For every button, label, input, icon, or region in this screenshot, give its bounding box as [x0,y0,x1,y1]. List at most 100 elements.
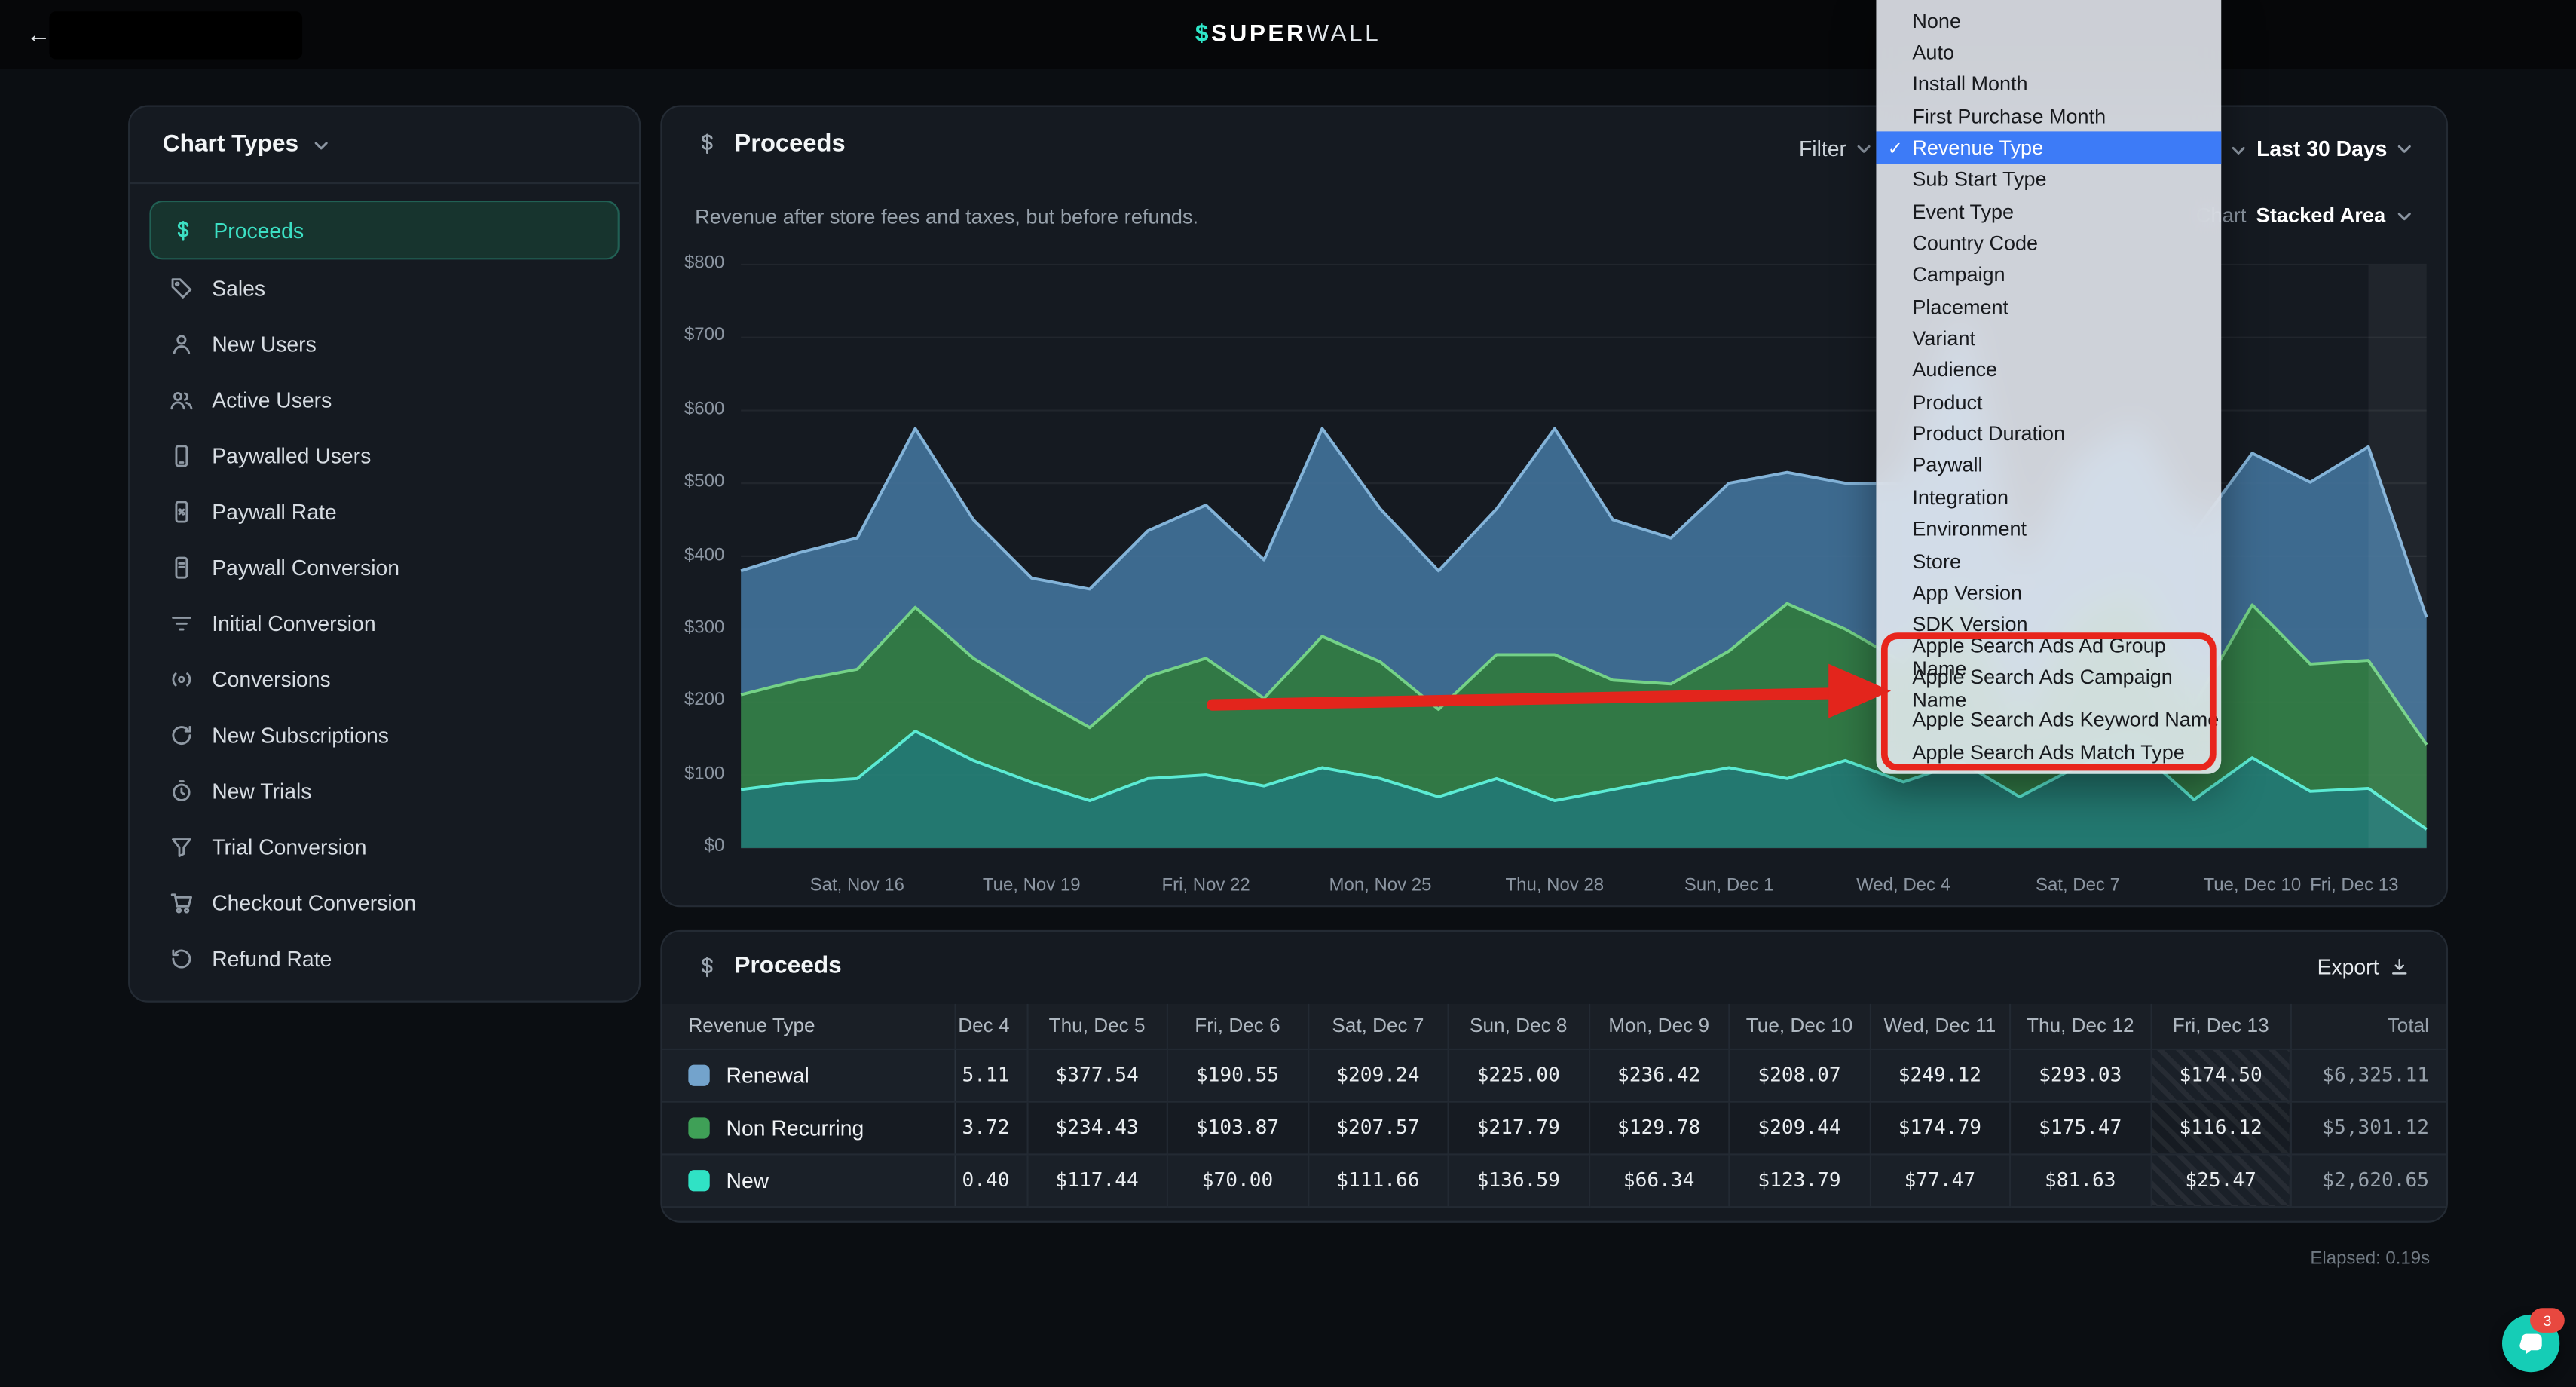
series-swatch [688,1064,709,1085]
sidebar-item-label: Refund Rate [212,946,332,971]
filter-button[interactable]: Filter [1789,135,1883,163]
groupby-option-apple-search-ads-campaign-name[interactable]: Apple Search Ads Campaign Name [1876,672,2221,704]
groupby-option-label: Placement [1912,295,2008,319]
groupby-option-audience[interactable]: Audience [1876,354,2221,386]
download-icon [2389,957,2410,978]
groupby-option-install-month[interactable]: Install Month [1876,69,2221,100]
sidebar-item-proceeds[interactable]: Proceeds [149,201,619,259]
groupby-option-auto[interactable]: Auto [1876,37,2221,69]
logo-dollar-icon: $ [1195,21,1211,47]
date-range-button[interactable]: Last 30 Days [2247,135,2423,163]
groupby-option-event-type[interactable]: Event Type [1876,196,2221,228]
sidebar-item-label: Active Users [212,387,332,412]
y-axis-tick-label: $600 [662,399,724,418]
dollar-icon [695,954,720,978]
row-label: New [662,1153,954,1206]
sidebar-item-active-users[interactable]: Active Users [149,372,619,427]
groupby-option-none[interactable]: None [1876,5,2221,37]
value-cell: $66.34 [1589,1153,1729,1206]
group-by-chevron-down-icon[interactable] [2229,141,2247,159]
sidebar-item-label: Trial Conversion [212,834,366,859]
elapsed-status: Elapsed: 0.19s [2310,1249,2430,1269]
value-cell: $81.63 [2010,1153,2150,1206]
value-cell: $217.79 [1449,1101,1589,1154]
sidebar-item-conversions[interactable]: Conversions [149,651,619,706]
groupby-option-label: Paywall [1912,455,1982,478]
check-icon: ✓ [1888,137,1903,158]
sidebar-item-paywalled-users[interactable]: Paywalled Users [149,427,619,483]
value-cell: 5.11 [955,1049,1027,1101]
groupby-option-product[interactable]: Product [1876,387,2221,418]
groupby-option-label: Product Duration [1912,423,2065,446]
sidebar-item-label: Paywall Conversion [212,555,399,580]
groupby-option-placement[interactable]: Placement [1876,291,2221,323]
groupby-option-apple-search-ads-match-type[interactable]: Apple Search Ads Match Type [1876,736,2221,767]
sidebar-item-label: Initial Conversion [212,611,375,635]
groupby-option-paywall[interactable]: Paywall [1876,450,2221,482]
groupby-option-first-purchase-month[interactable]: First Purchase Month [1876,100,2221,132]
x-axis-tick-label: Sun, Dec 1 [1637,876,1821,896]
group-by-dropdown-menu: NoneAutoInstall MonthFirst Purchase Mont… [1876,0,2221,774]
y-axis-tick-label: $100 [662,764,724,783]
sidebar-item-checkout-conversion[interactable]: Checkout Conversion [149,874,619,930]
groupby-option-revenue-type[interactable]: ✓Revenue Type [1876,132,2221,164]
chat-widget-button[interactable]: 3 [2502,1315,2559,1372]
dollar-icon [695,131,720,156]
sidebar-item-paywall-rate[interactable]: Paywall Rate [149,483,619,539]
value-cell: $249.12 [1870,1049,2010,1101]
groupby-option-environment[interactable]: Environment [1876,513,2221,545]
sidebar-item-label: Paywalled Users [212,442,371,467]
column-header: Total [2291,1004,2448,1049]
chart-subtitle: Revenue after store fees and taxes, but … [695,205,1198,228]
chart-panel-title-row: Proceeds [695,130,846,158]
sidebar-item-new-users[interactable]: New Users [149,316,619,372]
table-scroll-area[interactable]: Revenue TypeDec 4Thu, Dec 5Fri, Dec 6Sat… [662,1004,2448,1207]
column-header: Fri, Dec 6 [1167,1004,1308,1049]
groupby-option-sub-start-type[interactable]: Sub Start Type [1876,164,2221,195]
x-axis-tick-label: Sat, Dec 7 [1986,876,2170,896]
export-button[interactable]: Export [2307,953,2419,981]
chart-types-panel: Chart Types Proceeds Sales New Users Act… [128,106,641,1003]
export-label: Export [2317,955,2379,980]
groupby-option-campaign[interactable]: Campaign [1876,259,2221,291]
sidebar-item-new-trials[interactable]: New Trials [149,762,619,818]
sidebar-item-refund-rate[interactable]: Refund Rate [149,930,619,986]
chat-bubble-icon [2516,1328,2546,1358]
groupby-option-country-code[interactable]: Country Code [1876,228,2221,259]
groupby-option-label: Integration [1912,486,2008,510]
groupby-option-variant[interactable]: Variant [1876,323,2221,354]
sidebar-item-paywall-conversion[interactable]: Paywall Conversion [149,539,619,595]
chevron-down-icon [1855,139,1873,158]
groupby-option-app-version[interactable]: App Version [1876,577,2221,609]
sidebar-item-sales[interactable]: Sales [149,259,619,315]
column-header: Thu, Dec 5 [1026,1004,1167,1049]
cart-icon [170,889,194,914]
chart-types-header[interactable]: Chart Types [130,107,639,184]
total-cell: $5,301.12 [2291,1101,2448,1154]
groupby-option-integration[interactable]: Integration [1876,482,2221,513]
groupby-option-label: Sub Start Type [1912,168,2046,191]
phone-rate-icon [170,499,194,524]
table-row-non-recurring: Non Recurring 3.72$234.43$103.87$207.57$… [662,1101,2448,1154]
value-cell: $174.50 [2150,1049,2290,1101]
groupby-option-store[interactable]: Store [1876,545,2221,577]
clock-icon [170,778,194,803]
table-panel-title: Proceeds [734,953,841,979]
x-axis-tick-label: Mon, Nov 25 [1288,876,1472,896]
total-cell: $2,620.65 [2291,1153,2448,1206]
phone-lines-icon [170,555,194,580]
groupby-option-product-duration[interactable]: Product Duration [1876,418,2221,450]
value-cell: $377.54 [1026,1049,1167,1101]
sidebar-item-trial-conversion[interactable]: Trial Conversion [149,819,619,874]
sidebar-item-initial-conversion[interactable]: Initial Conversion [149,595,619,651]
groupby-option-apple-search-ads-keyword-name[interactable]: Apple Search Ads Keyword Name [1876,704,2221,736]
value-cell: $136.59 [1449,1153,1589,1206]
sidebar-item-new-subscriptions[interactable]: New Subscriptions [149,706,619,762]
sidebar-item-label: Checkout Conversion [212,889,416,914]
signal-icon [170,666,194,691]
column-header: Thu, Dec 12 [2010,1004,2150,1049]
chart-type-value: Stacked Area [2256,204,2386,227]
chart-type-selector[interactable]: Chart Stacked Area [2186,202,2424,228]
column-header: Dec 4 [955,1004,1027,1049]
column-header: Tue, Dec 10 [1729,1004,1869,1049]
